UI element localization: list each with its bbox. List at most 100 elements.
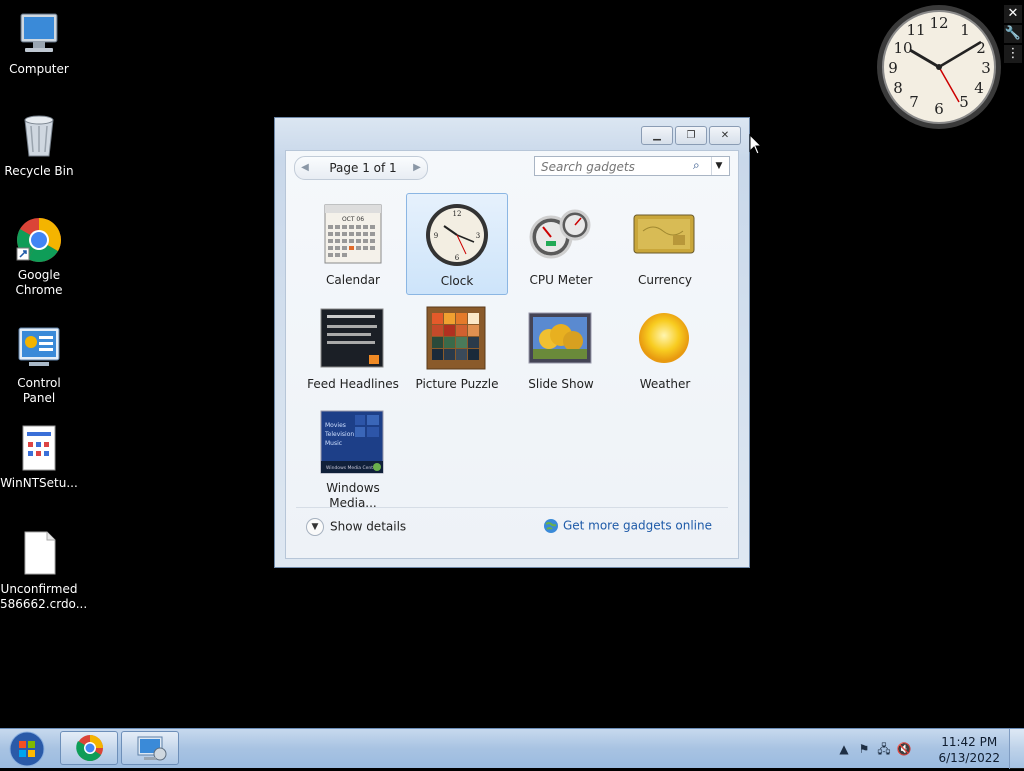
desktop-icon-label: Control Panel <box>17 376 61 405</box>
page-indicator: Page 1 of 1 <box>329 161 397 175</box>
desktop-icon-control-panel[interactable]: Control Panel <box>0 324 78 406</box>
desktop-icon-label: Unconfirmed 586662.crdo... <box>0 582 88 611</box>
gadget-gallery-window: ▁ ❐ ✕ ◀ Page 1 of 1 ▶ ⌕ ▼ <box>274 117 750 568</box>
svg-text:9: 9 <box>434 232 438 240</box>
gadget-tile-calendar[interactable]: OCT 06 Calendar <box>302 193 404 295</box>
gadgets-icon <box>137 736 167 761</box>
file-icon <box>15 424 63 472</box>
network-icon[interactable]: 🖧 <box>876 741 892 757</box>
clock-icon: 12 12 345 678 91011 <box>877 5 1001 129</box>
drag-handle-icon[interactable]: ⋮ <box>1004 45 1022 63</box>
svg-text:5: 5 <box>959 93 969 111</box>
taskbar-clock[interactable]: 11:42 PM 6/13/2022 <box>938 734 1000 766</box>
gadget-tile-clock[interactable]: 12 3 6 9 Clock <box>406 193 508 295</box>
desktop-icon-computer[interactable]: Computer <box>0 10 78 77</box>
svg-text:6: 6 <box>934 100 944 118</box>
desktop-icon-label: Computer <box>9 62 69 76</box>
dropdown-arrow-icon[interactable]: ▼ <box>711 157 726 175</box>
svg-text:11: 11 <box>906 21 925 39</box>
get-more-gadgets-link[interactable]: Get more gadgets online <box>543 518 712 534</box>
gallery-panel: ◀ Page 1 of 1 ▶ ⌕ ▼ OCT 06 <box>285 150 739 559</box>
next-page-icon[interactable]: ▶ <box>407 157 427 179</box>
media-line-movies: Movies <box>325 422 346 429</box>
globe-icon <box>543 518 559 534</box>
blank-file-icon <box>15 530 63 578</box>
desktop-icon-unconfirmed-download[interactable]: Unconfirmed 586662.crdo... <box>0 530 88 612</box>
search-box: ⌕ ▼ <box>534 156 730 176</box>
gadget-label: Weather <box>639 377 691 391</box>
show-details-toggle[interactable]: ▼ Show details <box>306 518 406 536</box>
wrench-icon[interactable]: 🔧 <box>1004 25 1022 43</box>
feed-headlines-icon <box>317 305 387 371</box>
taskbar: ▲ ⚑ 🖧 🔇 11:42 PM 6/13/2022 <box>0 728 1024 769</box>
gadget-controls: ✕ 🔧 ⋮ <box>1004 5 1022 65</box>
search-input[interactable] <box>539 158 693 176</box>
action-center-flag-icon[interactable]: ⚑ <box>856 741 872 757</box>
previous-page-icon[interactable]: ◀ <box>295 157 315 179</box>
gadget-tile-weather[interactable]: Weather <box>614 297 716 399</box>
show-hidden-icons-icon[interactable]: ▲ <box>836 741 852 757</box>
desktop-clock-gadget[interactable]: 12 1 2 345 678 9 10 11 <box>876 4 1002 130</box>
chevron-down-icon: ▼ <box>306 518 324 536</box>
taskbar-date: 6/13/2022 <box>938 751 1000 765</box>
svg-text:1: 1 <box>960 21 970 39</box>
svg-text:2: 2 <box>976 39 986 57</box>
svg-text:12: 12 <box>929 14 948 32</box>
volume-muted-icon[interactable]: 🔇 <box>896 741 912 757</box>
gadget-tile-windows-media-center[interactable]: Movies Television Music Windows Media Ce… <box>302 401 404 510</box>
taskbar-chrome-button[interactable] <box>60 731 118 765</box>
gadget-label: Feed Headlines <box>307 377 399 391</box>
cpu-meter-icon <box>525 201 595 267</box>
media-line-television: Television <box>324 431 354 438</box>
desktop-icon-label: WinNTSetu... <box>0 476 78 490</box>
desktop-icon-google-chrome[interactable]: Google Chrome <box>0 216 78 298</box>
media-line-music: Music <box>325 440 342 447</box>
slide-show-icon <box>525 305 595 371</box>
gadget-label: CPU Meter <box>529 273 593 287</box>
svg-text:3: 3 <box>981 59 991 77</box>
media-line-app-name: Windows Media Center <box>326 465 378 471</box>
svg-text:4: 4 <box>974 79 984 97</box>
svg-text:8: 8 <box>893 79 903 97</box>
picture-puzzle-icon <box>421 305 491 371</box>
gadget-tile-slide-show[interactable]: Slide Show <box>510 297 612 399</box>
svg-text:9: 9 <box>888 59 898 77</box>
show-details-label: Show details <box>330 519 407 534</box>
desktop-icon-label: Recycle Bin <box>4 164 74 178</box>
gadget-tile-cpu-meter[interactable]: CPU Meter <box>510 193 612 295</box>
search-icon[interactable]: ⌕ <box>693 158 707 174</box>
gadget-label: Currency <box>637 273 693 287</box>
calendar-icon: OCT 06 <box>317 201 387 267</box>
svg-text:3: 3 <box>476 232 480 240</box>
gadget-label: Calendar <box>326 273 380 287</box>
gadget-label: Picture Puzzle <box>415 377 499 391</box>
show-desktop-button[interactable] <box>1009 729 1024 769</box>
currency-icon <box>629 201 699 267</box>
restore-button[interactable]: ❐ <box>675 126 707 145</box>
computer-icon <box>15 10 63 58</box>
desktop-icon-recycle-bin[interactable]: Recycle Bin <box>0 112 78 179</box>
svg-text:12: 12 <box>453 210 462 218</box>
taskbar-time: 11:42 PM <box>941 735 998 749</box>
close-button[interactable]: ✕ <box>709 126 741 145</box>
recycle-bin-icon <box>15 112 63 160</box>
desktop-icon-label: Google Chrome <box>15 268 63 297</box>
svg-text:6: 6 <box>455 254 460 262</box>
gadget-tile-feed-headlines[interactable]: Feed Headlines <box>302 297 404 399</box>
windows-logo-icon <box>9 731 45 767</box>
gallery-footer: ▼ Show details Get more gadgets online <box>296 507 728 550</box>
start-button[interactable] <box>2 730 52 768</box>
close-icon[interactable]: ✕ <box>1004 5 1022 23</box>
chrome-icon <box>15 216 63 264</box>
system-tray: ▲ ⚑ 🖧 🔇 11:42 PM 6/13/2022 <box>834 729 1024 769</box>
gadget-label: Slide Show <box>528 377 594 391</box>
desktop-icon-winntsetup[interactable]: WinNTSetu... <box>0 424 78 491</box>
gadget-label: Clock <box>440 274 474 288</box>
minimize-button[interactable]: ▁ <box>641 126 673 145</box>
gallery-toolbar: ◀ Page 1 of 1 ▶ ⌕ ▼ <box>294 155 730 180</box>
taskbar-gadgets-button[interactable] <box>121 731 179 765</box>
svg-text:10: 10 <box>893 39 912 57</box>
mouse-cursor-icon <box>749 133 763 156</box>
gadget-tile-picture-puzzle[interactable]: Picture Puzzle <box>406 297 508 399</box>
gadget-tile-currency[interactable]: Currency <box>614 193 716 295</box>
